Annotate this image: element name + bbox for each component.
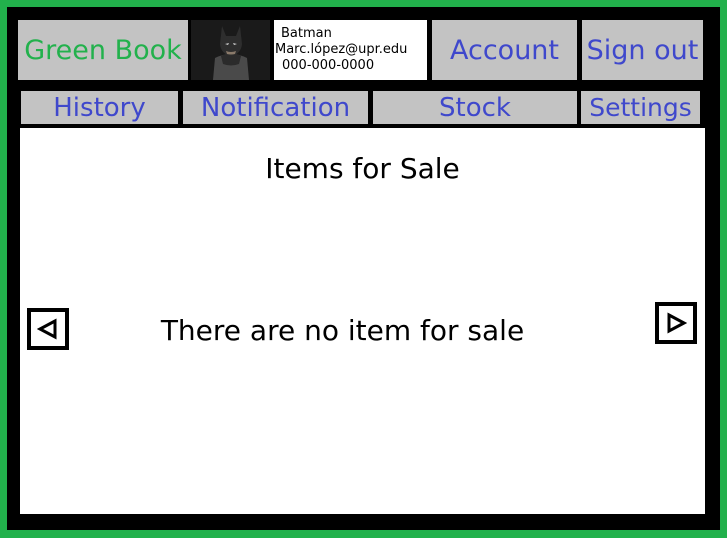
left-arrow-icon [37, 318, 57, 340]
next-button[interactable] [655, 302, 697, 344]
batman-avatar-icon [191, 20, 270, 80]
sign-out-button[interactable]: Sign out [582, 20, 703, 80]
user-profile: Batman Marc.lópez@upr.edu 000-000-0000 [274, 20, 427, 80]
user-phone: 000-000-0000 [282, 58, 375, 73]
app-logo[interactable]: Green Book [18, 20, 188, 80]
empty-message: There are no item for sale [160, 314, 525, 347]
page-title: Items for Sale [265, 152, 460, 185]
nav-settings[interactable]: Settings [581, 91, 700, 124]
avatar [191, 20, 270, 80]
user-name: Batman [281, 26, 332, 41]
right-arrow-icon [667, 312, 687, 334]
nav-stock[interactable]: Stock [373, 91, 577, 124]
nav-notification[interactable]: Notification [183, 91, 368, 124]
prev-button[interactable] [27, 308, 69, 350]
items-panel: Items for Sale There are no item for sal… [20, 128, 705, 514]
nav-history[interactable]: History [21, 91, 178, 124]
account-button[interactable]: Account [432, 20, 577, 80]
user-email: Marc.lópez@upr.edu [275, 42, 408, 57]
